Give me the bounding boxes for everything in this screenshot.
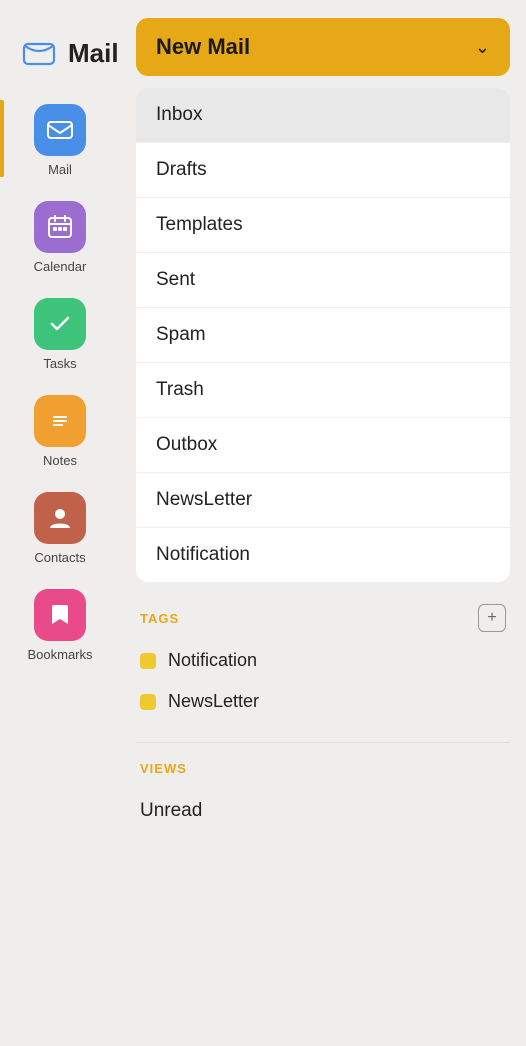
- folder-item-notification[interactable]: Notification: [136, 528, 510, 582]
- tags-section-title: TAGS: [140, 611, 179, 626]
- tags-list: Notification NewsLetter: [136, 640, 510, 722]
- contacts-icon: [34, 492, 86, 544]
- sidebar-label-tasks: Tasks: [43, 356, 76, 371]
- mail-app-icon: [20, 34, 58, 72]
- plus-icon: +: [487, 609, 496, 627]
- sidebar-item-tasks[interactable]: Tasks: [0, 284, 120, 381]
- tags-section-header: TAGS +: [136, 594, 510, 640]
- folder-item-drafts[interactable]: Drafts: [136, 143, 510, 198]
- tag-color-dot: [140, 653, 156, 669]
- notes-icon: [34, 395, 86, 447]
- main-panel: New Mail ⌄ InboxDraftsTemplatesSentSpamT…: [120, 0, 526, 1046]
- folder-item-spam[interactable]: Spam: [136, 308, 510, 363]
- folder-item-inbox[interactable]: Inbox: [136, 88, 510, 143]
- section-divider: [136, 742, 510, 743]
- folder-item-sent[interactable]: Sent: [136, 253, 510, 308]
- sidebar-label-notes: Notes: [43, 453, 77, 468]
- mail-icon: [34, 104, 86, 156]
- tag-label: Notification: [168, 650, 257, 671]
- sidebar-label-calendar: Calendar: [34, 259, 87, 274]
- folder-item-templates[interactable]: Templates: [136, 198, 510, 253]
- sidebar-item-notes[interactable]: Notes: [0, 381, 120, 478]
- sidebar-item-calendar[interactable]: Calendar: [0, 187, 120, 284]
- sidebar-item-contacts[interactable]: Contacts: [0, 478, 120, 575]
- sidebar: Mail Mail Calendar: [0, 0, 120, 1046]
- sidebar-item-bookmarks[interactable]: Bookmarks: [0, 575, 120, 672]
- new-mail-label: New Mail: [156, 34, 250, 60]
- folder-item-outbox[interactable]: Outbox: [136, 418, 510, 473]
- tag-label: NewsLetter: [168, 691, 259, 712]
- calendar-icon: [34, 201, 86, 253]
- tag-color-dot: [140, 694, 156, 710]
- sidebar-item-mail[interactable]: Mail: [0, 90, 120, 187]
- chevron-down-icon: ⌄: [475, 37, 490, 58]
- sidebar-label-mail: Mail: [48, 162, 72, 177]
- app-title-area: Mail: [0, 16, 120, 90]
- new-mail-button[interactable]: New Mail ⌄: [136, 18, 510, 76]
- folder-item-trash[interactable]: Trash: [136, 363, 510, 418]
- sidebar-label-contacts: Contacts: [34, 550, 85, 565]
- view-item-unread[interactable]: Unread: [136, 784, 510, 838]
- views-list: Unread: [136, 784, 510, 838]
- sidebar-label-bookmarks: Bookmarks: [27, 647, 92, 662]
- tag-item-newsletter[interactable]: NewsLetter: [136, 681, 510, 722]
- folder-list: InboxDraftsTemplatesSentSpamTrashOutboxN…: [136, 88, 510, 582]
- tasks-icon: [34, 298, 86, 350]
- bookmarks-icon: [34, 589, 86, 641]
- folder-item-newsletter[interactable]: NewsLetter: [136, 473, 510, 528]
- tags-section: TAGS + Notification NewsLetter: [120, 594, 526, 734]
- tag-item-notification[interactable]: Notification: [136, 640, 510, 681]
- add-tag-button[interactable]: +: [478, 604, 506, 632]
- views-section: VIEWS Unread: [120, 751, 526, 850]
- views-section-title: VIEWS: [140, 761, 187, 776]
- app-title-text: Mail: [68, 38, 119, 69]
- views-section-header: VIEWS: [136, 751, 510, 784]
- header-area: New Mail ⌄: [120, 0, 526, 88]
